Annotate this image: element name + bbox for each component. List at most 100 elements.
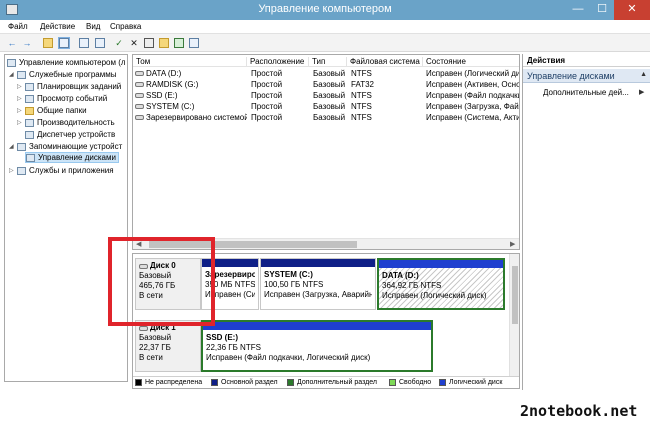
tree-item-system-tools[interactable]: ◢ Служебные программы: [9, 69, 116, 80]
delete-icon[interactable]: ✕: [128, 37, 140, 49]
tree-item-disk-management[interactable]: Управление дисками: [25, 152, 119, 163]
tree-item-shared-folders[interactable]: ▷ Общие папки: [17, 105, 87, 116]
actions-header: Действия: [523, 54, 650, 67]
column-header-filesystem[interactable]: Файловая система: [347, 57, 423, 67]
cell-volume: SSD (E:): [146, 91, 178, 100]
cell-location: Простой: [251, 91, 283, 100]
tree-item-event-viewer[interactable]: ▷ Просмотр событий: [17, 93, 107, 104]
tree-item-label: Служебные программы: [29, 70, 117, 79]
maximize-button[interactable]: ☐: [590, 0, 614, 20]
tree-item-label: Планировщик заданий: [37, 82, 122, 91]
view-icon[interactable]: [188, 37, 200, 49]
tree-item-storage[interactable]: ◢ Запоминающие устройст: [9, 141, 122, 152]
legend-item: Не распределена: [135, 379, 202, 386]
cell-type: Базовый: [313, 113, 346, 122]
partition-state: Исправен (Файл подкачки, Логический диск…: [206, 353, 371, 362]
column-header-volume[interactable]: Том: [133, 57, 247, 67]
menu-view[interactable]: Вид: [86, 22, 100, 31]
expand-icon[interactable]: ▷: [17, 83, 25, 90]
partition-reserved[interactable]: Зарезервиро 350 МБ NTFS Исправен (Си: [201, 258, 259, 310]
cell-type: Базовый: [313, 91, 346, 100]
table-row[interactable]: SSD (E:) Простой Базовый NTFS Исправен (…: [133, 90, 519, 101]
performance-icon: [25, 118, 34, 127]
collapse-icon[interactable]: ▲: [640, 71, 647, 78]
back-arrow-icon[interactable]: ←: [6, 37, 18, 49]
menu-file[interactable]: Файл: [8, 22, 28, 31]
cell-type: Базовый: [313, 80, 346, 89]
collapse-icon[interactable]: ◢: [9, 143, 17, 150]
partition-system[interactable]: SYSTEM (C:) 100,50 ГБ NTFS Исправен (Заг…: [260, 258, 376, 310]
legend-label: Дополнительный раздел: [297, 379, 377, 386]
partition-data[interactable]: DATA (D:) 364,92 ГБ NTFS Исправен (Логич…: [377, 258, 505, 310]
up-folder-icon[interactable]: [42, 37, 54, 49]
vertical-scrollbar[interactable]: [509, 254, 519, 388]
properties-icon[interactable]: [143, 37, 155, 49]
disk-info-0[interactable]: Диск 0 Базовый 465,76 ГБ В сети: [135, 258, 201, 310]
tree-item-label: Производительность: [37, 118, 115, 127]
scroll-right-icon[interactable]: ▶: [510, 240, 515, 248]
volume-list-header: Том Расположение Тип Файловая система Со…: [133, 55, 519, 67]
tree-item-performance[interactable]: ▷ Производительность: [17, 117, 115, 128]
open-folder-icon[interactable]: [158, 37, 170, 49]
cell-volume: Зарезервировано системой: [146, 113, 247, 122]
disk-legend: Не распределена Основной раздел Дополнит…: [133, 376, 519, 388]
cell-status: Исправен (Файл подкачки: [426, 91, 519, 100]
disk-name: Диск 1: [150, 323, 176, 332]
forward-arrow-icon[interactable]: →: [21, 37, 33, 49]
cell-status: Исправен (Логический дий: [426, 69, 519, 78]
tree-item-device-manager[interactable]: Диспетчер устройств: [25, 129, 115, 140]
collapse-icon[interactable]: ◢: [9, 71, 17, 78]
minimize-button[interactable]: —: [566, 0, 590, 20]
table-row[interactable]: RAMDISK (G:) Простой Базовый FAT32 Испра…: [133, 79, 519, 90]
drive-icon: [135, 115, 144, 121]
expand-icon[interactable]: ▷: [17, 119, 25, 126]
disk-kind: Базовый: [139, 333, 172, 342]
partition-size: 350 МБ NTFS: [205, 280, 255, 289]
actions-section-disk-management[interactable]: Управление дисками ▲: [523, 69, 650, 83]
tree-item-services[interactable]: ▷ Службы и приложения: [9, 165, 114, 176]
scrollbar-thumb[interactable]: [512, 266, 518, 324]
tree-root[interactable]: Управление компьютером (л: [7, 57, 126, 68]
help-icon[interactable]: [78, 37, 90, 49]
drive-icon: [135, 82, 144, 88]
table-row[interactable]: SYSTEM (C:) Простой Базовый NTFS Исправе…: [133, 101, 519, 112]
cell-volume: SYSTEM (C:): [146, 102, 195, 111]
disk-management-icon: [26, 153, 35, 162]
column-header-location[interactable]: Расположение: [247, 57, 309, 67]
expand-icon[interactable]: ▷: [17, 95, 25, 102]
cell-filesystem: FAT32: [351, 80, 374, 89]
scrollbar-thumb[interactable]: [149, 241, 357, 248]
tree-item-task-scheduler[interactable]: ▷ Планировщик заданий: [17, 81, 121, 92]
computer-icon: [7, 58, 16, 67]
disk-status: В сети: [139, 291, 163, 300]
column-header-status[interactable]: Состояние: [423, 57, 519, 67]
legend-label: Не распределена: [145, 379, 203, 386]
check-icon[interactable]: ✓: [113, 37, 125, 49]
show-tree-icon[interactable]: [58, 37, 70, 49]
disk-status: В сети: [139, 353, 163, 362]
console-icon[interactable]: [94, 37, 106, 49]
tree-item-label: Службы и приложения: [29, 166, 114, 175]
device-manager-icon: [25, 130, 34, 139]
more-actions-item[interactable]: Дополнительные дей... ▶: [543, 88, 644, 97]
toolbar: ← → ✓ ✕: [0, 34, 650, 52]
close-button[interactable]: ✕: [614, 0, 650, 20]
table-row[interactable]: DATA (D:) Простой Базовый NTFS Исправен …: [133, 68, 519, 79]
cell-filesystem: NTFS: [351, 91, 372, 100]
expand-icon[interactable]: ▷: [9, 167, 17, 174]
menu-action[interactable]: Действие: [40, 22, 75, 31]
column-header-type[interactable]: Тип: [309, 57, 347, 67]
cell-status: Исправен (Загрузка, Файл: [426, 102, 519, 111]
table-row[interactable]: Зарезервировано системой Простой Базовый…: [133, 112, 519, 123]
cell-filesystem: NTFS: [351, 113, 372, 122]
partition-name: DATA (D:): [382, 271, 419, 280]
services-icon: [17, 166, 26, 175]
expand-icon[interactable]: ▷: [17, 107, 25, 114]
search-icon[interactable]: [173, 37, 185, 49]
legend-item: Свободно: [389, 379, 431, 386]
scroll-left-icon[interactable]: ◀: [136, 240, 141, 248]
menu-help[interactable]: Справка: [110, 22, 141, 31]
horizontal-scrollbar[interactable]: ◀ ▶: [133, 238, 519, 249]
disk-info-1[interactable]: Диск 1 Базовый 22,37 ГБ В сети: [135, 320, 201, 372]
partition-ssd[interactable]: SSD (E:) 22,36 ГБ NTFS Исправен (Файл по…: [201, 320, 433, 372]
